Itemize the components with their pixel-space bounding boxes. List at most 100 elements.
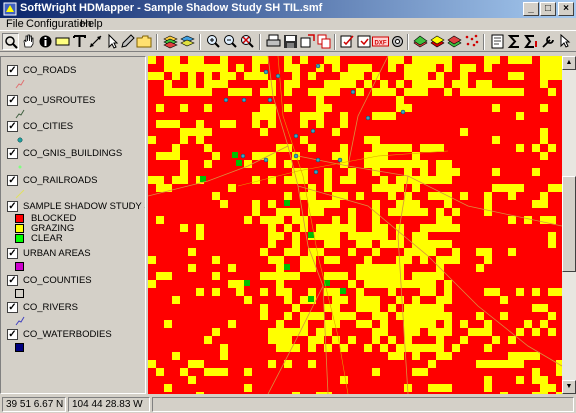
tools-button[interactable] [540,33,557,50]
zoom-tool-button[interactable] [2,33,19,50]
city-point[interactable] [263,157,269,163]
site-tool-3-button[interactable] [446,33,463,50]
study-button[interactable] [489,33,506,50]
grazing-cell [308,200,316,208]
city-point[interactable] [315,157,321,163]
city-point[interactable] [350,89,356,95]
city-point[interactable] [241,97,247,103]
import-dxf-button[interactable]: DXF [372,33,389,50]
city-point[interactable] [365,115,371,121]
legend-panel[interactable]: ✓ CO_ROADS ✓ CO_USROUTES ✓ CO_CITIES ✓ C… [0,56,146,394]
info-tool-button[interactable] [37,33,54,50]
grazing-cell [548,184,556,192]
layer-checkbox[interactable]: ✓ [7,329,18,340]
sum-alt-button[interactable] [523,33,540,50]
city-point[interactable] [293,133,299,139]
city-point[interactable] [400,109,406,115]
layer-checkbox[interactable]: ✓ [7,201,18,212]
grazing-cell [284,248,292,256]
site-tool-1-button[interactable] [412,33,429,50]
shadow-study-map[interactable] [148,56,562,394]
site-tool-2-button[interactable] [429,33,446,50]
grazing-cell [420,64,428,72]
grazing-cell [532,168,540,176]
title-bar: SoftWright HDMapper - Sample Shadow Stud… [0,0,576,18]
grazing-cell [340,176,348,184]
grazing-cell [500,184,508,192]
menu-help[interactable]: Help [80,18,103,30]
city-point[interactable] [275,73,281,79]
sum-button[interactable] [506,33,523,50]
grazing-cell [428,312,436,320]
layers-button[interactable] [162,33,179,50]
map-vertical-scrollbar[interactable]: ▲ ▼ [562,56,576,394]
zoom-in-button[interactable] [205,33,222,50]
layer-checkbox[interactable]: ✓ [7,95,18,106]
copy-button[interactable] [316,33,333,50]
city-point[interactable] [267,97,273,103]
grazing-cell [508,248,516,256]
zoom-out-button[interactable] [222,33,239,50]
scroll-down-button[interactable]: ▼ [562,380,576,394]
maximize-button[interactable]: □ [540,2,556,16]
draw-tool-button[interactable] [119,33,136,50]
grazing-cell [388,264,396,272]
save-button[interactable] [282,33,299,50]
help-pointer-icon [560,33,571,48]
zoom-full-button[interactable] [239,33,256,50]
city-point[interactable] [315,63,321,69]
print-button[interactable] [265,33,282,50]
close-button[interactable]: × [558,2,574,16]
grazing-cell [484,80,492,88]
grazing-cell [540,304,548,312]
pan-tool-button[interactable] [20,33,37,50]
refresh-button[interactable] [356,33,373,50]
edit-button[interactable] [339,33,356,50]
map-view[interactable] [148,56,562,394]
layer-checkbox[interactable]: ✓ [7,248,18,259]
city-point[interactable] [293,153,299,159]
grazing-cell [380,240,388,248]
city-point[interactable] [310,128,316,134]
grazing-cell [476,248,484,256]
layer-checkbox[interactable]: ✓ [7,275,18,286]
grazing-cell [412,80,420,88]
grazing-cell [164,120,172,128]
city-point[interactable] [313,169,319,175]
grid-button[interactable] [463,33,480,50]
text-tool-button[interactable] [71,33,88,50]
open-folder-button[interactable] [136,33,153,50]
layer-checkbox[interactable]: ✓ [7,121,18,132]
grazing-cell [284,56,292,64]
export-button[interactable] [299,33,316,50]
layer-checkbox[interactable]: ✓ [7,175,18,186]
city-point[interactable] [240,153,246,159]
scroll-up-button[interactable]: ▲ [562,56,576,70]
layer-checkbox[interactable]: ✓ [7,148,18,159]
menu-file[interactable]: File [6,18,24,30]
city-point[interactable] [263,69,269,75]
label-tool-button[interactable] [54,33,71,50]
floppy-icon [284,35,297,48]
layer-checkbox[interactable]: ✓ [7,65,18,76]
minimize-button[interactable]: _ [523,2,539,16]
grazing-cell [444,352,452,360]
properties-button[interactable] [389,33,406,50]
grazing-cell [508,56,516,64]
grazing-cell [180,128,188,136]
help-button[interactable] [557,33,574,50]
grazing-cell [396,80,404,88]
scroll-thumb[interactable] [562,176,576,272]
grazing-cell [156,104,164,112]
grazing-cell [412,88,420,96]
grazing-cell [484,64,492,72]
measure-tool-button[interactable] [87,33,104,50]
grazing-cell [212,328,220,336]
grazing-cell [444,384,452,392]
city-point[interactable] [223,97,229,103]
grazing-cell [324,176,332,184]
layer-checkbox[interactable]: ✓ [7,302,18,313]
city-point[interactable] [337,157,343,163]
layers-alt-button[interactable] [179,33,196,50]
grazing-cell [348,280,356,288]
